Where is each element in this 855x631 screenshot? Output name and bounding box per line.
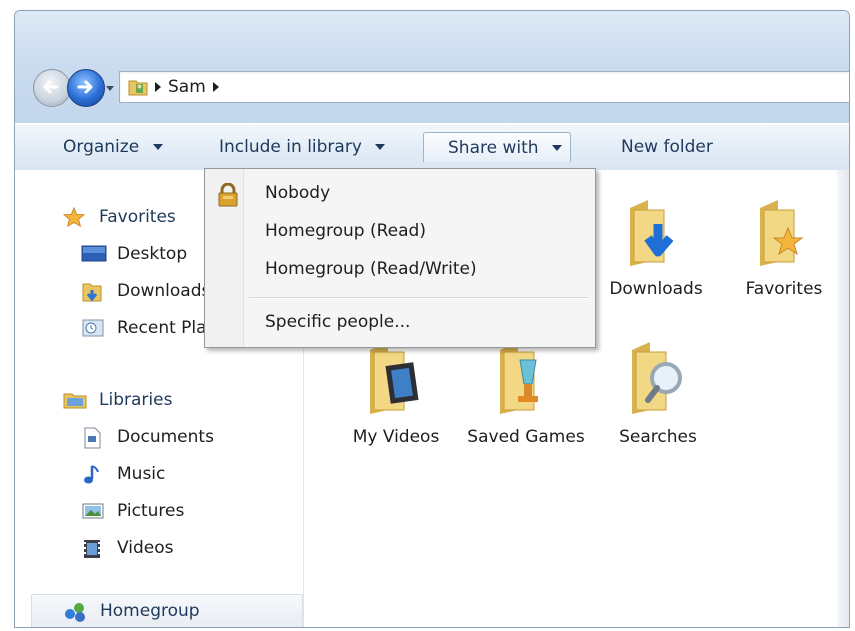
forward-button[interactable] xyxy=(67,69,105,107)
sidebar-homegroup-label: Homegroup xyxy=(100,601,200,621)
downloads-folder-icon xyxy=(82,283,102,302)
title-bar: Sam xyxy=(15,11,849,123)
sidebar-item-label: Videos xyxy=(117,538,174,558)
desktop-icon xyxy=(81,245,107,262)
sidebar-favorites-label: Favorites xyxy=(99,207,176,227)
share-with-menu: Nobody Homegroup (Read) Homegroup (Read/… xyxy=(204,168,596,348)
pictures-icon xyxy=(82,503,104,519)
organize-label: Organize xyxy=(63,137,140,157)
folder-saved-games[interactable]: Saved Games xyxy=(466,338,586,478)
documents-icon xyxy=(84,427,101,449)
lock-icon xyxy=(218,183,238,207)
explorer-window: Sam Organize Include in library Share wi… xyxy=(14,10,850,628)
videos-icon xyxy=(84,540,100,558)
homegroup-icon xyxy=(65,603,85,622)
include-in-library-button[interactable]: Include in library xyxy=(207,132,397,162)
vertical-scrollbar[interactable] xyxy=(837,170,849,627)
breadcrumb-sam[interactable]: Sam xyxy=(168,77,206,97)
folder-label: Searches xyxy=(619,427,697,447)
new-folder-label: New folder xyxy=(621,137,713,157)
chevron-down-icon xyxy=(152,144,163,150)
sidebar-homegroup[interactable]: Homegroup xyxy=(31,594,303,627)
include-in-library-label: Include in library xyxy=(219,137,362,157)
folder-label: Favorites xyxy=(745,279,823,299)
star-icon xyxy=(63,207,85,227)
menu-item-homegroup-read[interactable]: Homegroup (Read) xyxy=(265,215,426,247)
breadcrumb-arrow-icon[interactable] xyxy=(212,82,220,92)
command-bar: Organize Include in library Share with N… xyxy=(15,123,849,171)
sidebar-libraries-label: Libraries xyxy=(99,390,173,410)
share-with-button[interactable]: Share with xyxy=(423,132,571,162)
menu-item-specific-people[interactable]: Specific people... xyxy=(265,306,410,338)
sidebar-item-label: Documents xyxy=(117,427,214,447)
menu-separator xyxy=(249,297,589,299)
menu-item-nobody[interactable]: Nobody xyxy=(265,177,330,209)
back-button[interactable] xyxy=(33,69,71,107)
videos-folder-icon xyxy=(370,342,419,414)
downloads-folder-icon xyxy=(630,200,674,266)
recent-places-icon xyxy=(82,319,104,337)
sidebar-item-label: Music xyxy=(117,464,166,484)
favorites-folder-icon xyxy=(760,200,804,266)
breadcrumb-arrow-icon[interactable] xyxy=(154,82,162,92)
folder-searches[interactable]: Searches xyxy=(598,338,718,458)
libraries-icon xyxy=(63,393,87,409)
recent-pages-chevron-icon[interactable] xyxy=(105,83,115,93)
folder-downloads[interactable]: Downloads xyxy=(596,188,716,308)
share-with-label: Share with xyxy=(448,138,539,158)
new-folder-button[interactable]: New folder xyxy=(609,132,725,162)
sidebar-item-label: Pictures xyxy=(117,501,185,521)
organize-button[interactable]: Organize xyxy=(51,132,175,162)
music-note-icon xyxy=(84,465,99,484)
chevron-down-icon xyxy=(375,144,386,150)
sidebar-item-label: Desktop xyxy=(117,244,188,264)
folder-label: My Videos xyxy=(352,427,440,447)
folder-label: Saved Games xyxy=(467,427,585,447)
chevron-down-icon xyxy=(551,145,562,151)
folder-my-videos[interactable]: My Videos xyxy=(336,338,456,458)
folder-label: Downloads xyxy=(609,279,703,299)
sidebar-item-label: Downloads xyxy=(117,281,211,301)
menu-item-homegroup-read-write[interactable]: Homegroup (Read/Write) xyxy=(265,253,477,285)
forward-arrow-icon xyxy=(77,80,93,94)
address-bar[interactable]: Sam xyxy=(119,71,849,103)
saved-games-folder-icon xyxy=(500,342,538,414)
searches-folder-icon xyxy=(632,342,682,414)
user-folder-icon xyxy=(128,80,148,96)
folder-favorites[interactable]: Favorites xyxy=(724,188,844,308)
back-arrow-icon xyxy=(43,80,59,94)
